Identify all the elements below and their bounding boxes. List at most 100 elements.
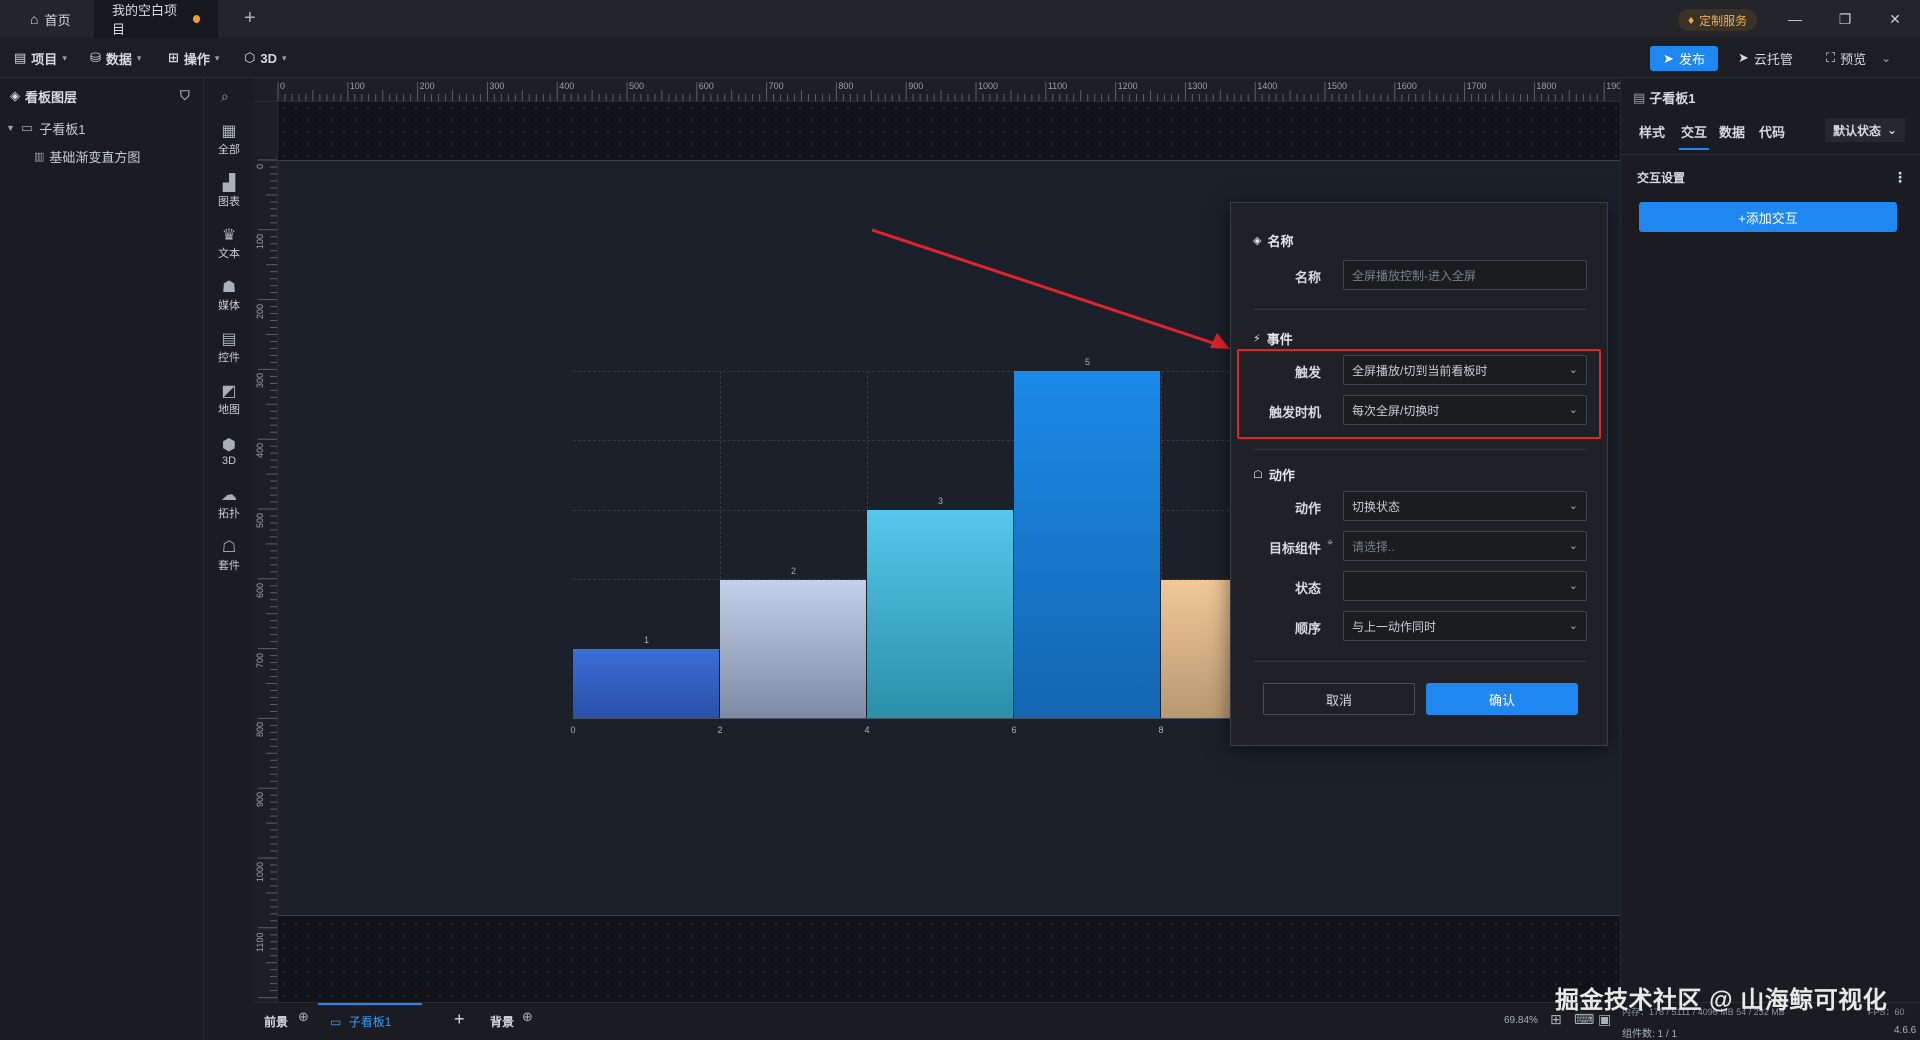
- tool-control[interactable]: ▤ 控件: [204, 322, 254, 374]
- tool-map[interactable]: ◩ 地图: [204, 374, 254, 426]
- tab-interaction[interactable]: 交互: [1679, 122, 1710, 150]
- add-interaction-button[interactable]: +添加交互: [1639, 202, 1897, 232]
- ruler-label: 1400: [1257, 81, 1278, 91]
- menu-project-label: 项目: [31, 51, 58, 67]
- ruler-label: 300: [489, 81, 505, 91]
- caret-down-icon[interactable]: ▼: [6, 123, 15, 133]
- action-select[interactable]: 切换状态 ⌄: [1343, 491, 1587, 521]
- tab-code[interactable]: 代码: [1759, 122, 1785, 150]
- custom-service-badge[interactable]: ♦ 定制服务: [1678, 9, 1758, 31]
- publish-button[interactable]: ➤ 发布: [1650, 46, 1718, 71]
- zoom-level[interactable]: 69.84%: [1504, 1015, 1538, 1026]
- timing-select[interactable]: 每次全屏/切换时 ⌄: [1343, 395, 1587, 425]
- target-picker-icon[interactable]: ⌖: [1327, 537, 1333, 550]
- ruler-label: 900: [255, 792, 265, 808]
- chevron-down-icon: ⌄: [1886, 123, 1898, 137]
- title-bar: ⌂ 首页 我的空白项目 + ♦ 定制服务 — ❐ ✕: [0, 0, 1920, 38]
- tab-style[interactable]: 样式: [1639, 122, 1665, 150]
- search-icon[interactable]: ⌕: [221, 88, 229, 105]
- menu-operation-label: 操作: [183, 51, 210, 67]
- project-tab-label: 我的空白项目: [112, 3, 178, 37]
- ruler-label: 1500: [1327, 81, 1348, 91]
- chevron-down-icon: ▾: [136, 52, 142, 63]
- cancel-button[interactable]: 取消: [1263, 683, 1415, 715]
- histogram-bar[interactable]: [720, 579, 866, 719]
- grid-line: [573, 440, 1309, 441]
- preview-button[interactable]: ⛶ 预览 ⌄: [1826, 38, 1891, 78]
- restore-icon[interactable]: ❐: [1820, 0, 1870, 38]
- name-input-placeholder: 全屏播放控制-进入全屏: [1352, 268, 1476, 283]
- home-tab-label: 首页: [44, 12, 71, 28]
- tool-3d[interactable]: ⬢ 3D: [204, 426, 254, 478]
- tool-kit[interactable]: ☖ 套件: [204, 530, 254, 582]
- component-toolbar: ⌕ ▦ 全部 ▟ 图表 ♛ 文本 ☗ 媒体 ▤ 控件 ◩ 地图 ⬢ 3D ☁ 拓扑 ☖ 套件: [204, 78, 254, 1040]
- state-select[interactable]: ⌄: [1343, 571, 1587, 601]
- order-select[interactable]: 与上一动作同时 ⌄: [1343, 611, 1587, 641]
- menu-data[interactable]: ⛁ 数据 ▾: [90, 38, 141, 78]
- chevron-down-icon[interactable]: ⌄: [1881, 51, 1891, 65]
- tool-all[interactable]: ▦ 全部: [204, 114, 254, 166]
- ruler-label: 700: [768, 81, 784, 91]
- ruler-vertical: 0 100 200 300 400 500 600 700 800 900 1000 1100: [254, 102, 278, 1002]
- watermark-text: 掘金技术社区 @ 山海鲸可视化: [1555, 987, 1888, 1014]
- target-select[interactable]: 请选择.. ⌄: [1343, 531, 1587, 561]
- home-tab[interactable]: ⌂ 首页: [12, 0, 88, 38]
- ruler-label: 200: [255, 303, 265, 319]
- menu-3d[interactable]: ⬡ 3D ▾: [244, 38, 287, 78]
- interaction-settings-title: 交互设置: [1637, 170, 1686, 185]
- lightning-icon: ⚡: [1253, 333, 1261, 345]
- add-foreground-icon[interactable]: ⊕: [298, 1009, 309, 1025]
- x-tick-label: 4: [864, 725, 870, 735]
- filter-icon[interactable]: ⛉: [180, 88, 190, 104]
- histogram-bar[interactable]: [573, 649, 719, 719]
- tree-item-chart[interactable]: ▥ 基础渐变直方图: [0, 142, 203, 170]
- tool-map-label: 地图: [218, 404, 240, 416]
- ruler-label: 400: [255, 443, 265, 459]
- add-background-icon[interactable]: ⊕: [522, 1009, 533, 1025]
- tool-media[interactable]: ☗ 媒体: [204, 270, 254, 322]
- data-label: 1: [643, 635, 649, 646]
- histogram-bar[interactable]: [867, 510, 1013, 719]
- add-interaction-label: +添加交互: [1738, 210, 1798, 226]
- send-icon: ➤: [1738, 50, 1749, 65]
- minimize-icon[interactable]: —: [1770, 0, 1820, 38]
- tool-3d-label: 3D: [221, 455, 237, 467]
- foreground-tab[interactable]: 前景: [264, 1013, 288, 1030]
- tree-item-chart-label: 基础渐变直方图: [49, 149, 141, 165]
- ruler-label: 1800: [1536, 81, 1557, 91]
- board-tab-label: 子看板1: [348, 1015, 392, 1029]
- annotation-arrow: [871, 228, 1230, 349]
- histogram-bar[interactable]: [1014, 371, 1160, 719]
- more-vertical-icon[interactable]: ⋮: [1893, 169, 1907, 186]
- monitor-icon: ▭: [330, 1015, 342, 1029]
- tool-topology-label: 拓扑: [218, 508, 240, 520]
- close-icon[interactable]: ✕: [1870, 0, 1920, 38]
- x-tick-label: 2: [717, 725, 723, 735]
- confirm-button[interactable]: 确认: [1426, 683, 1578, 715]
- tree-item-board[interactable]: ▼ ▭ 子看板1: [0, 114, 203, 142]
- tool-text[interactable]: ♛ 文本: [204, 218, 254, 270]
- target-placeholder: 请选择..: [1352, 539, 1395, 554]
- project-tab[interactable]: 我的空白项目: [94, 0, 218, 38]
- tool-topology[interactable]: ☁ 拓扑: [204, 478, 254, 530]
- action-label: 动作: [1294, 501, 1321, 516]
- menu-operation[interactable]: ⊞ 操作 ▾: [168, 38, 219, 78]
- menu-project[interactable]: ▤ 项目 ▾: [14, 38, 67, 78]
- background-tab[interactable]: 背景: [490, 1013, 514, 1030]
- new-tab-plus-icon[interactable]: +: [244, 7, 256, 30]
- ruler-label: 1300: [1187, 81, 1208, 91]
- file-icon: ▤: [14, 50, 27, 65]
- trigger-select[interactable]: 全屏播放/切到当前看板时 ⌄: [1343, 355, 1587, 385]
- cloud-host-button[interactable]: ➤ 云托管: [1738, 38, 1793, 78]
- trigger-label: 触发: [1294, 365, 1321, 380]
- arrow-head: [1210, 333, 1230, 349]
- foreground-label: 前景: [264, 1015, 289, 1029]
- histogram-chart[interactable]: 123502468: [570, 357, 1309, 735]
- add-board-icon[interactable]: +: [454, 1009, 465, 1030]
- ruler-label: 700: [255, 652, 265, 668]
- tool-chart[interactable]: ▟ 图表: [204, 166, 254, 218]
- name-input[interactable]: 全屏播放控制-进入全屏: [1343, 260, 1587, 290]
- board-tab[interactable]: ▭ 子看板1: [330, 1013, 391, 1030]
- tab-data[interactable]: 数据: [1719, 122, 1745, 150]
- state-dropdown[interactable]: 默认状态 ⌄: [1825, 118, 1905, 142]
